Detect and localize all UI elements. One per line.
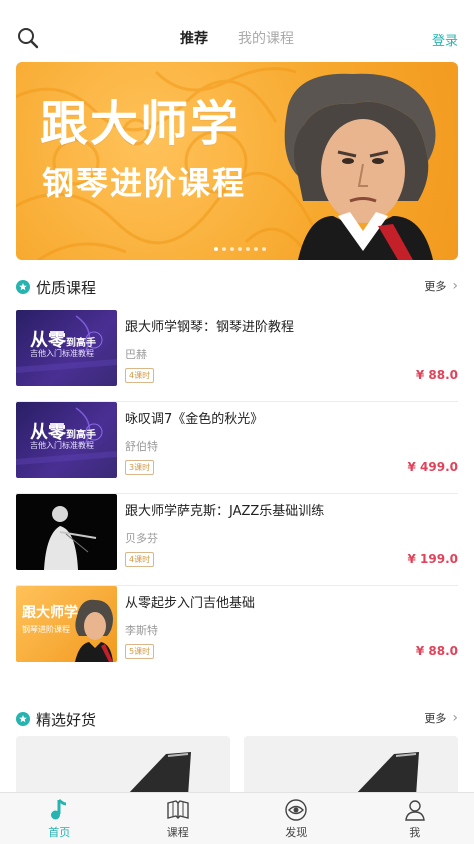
- nav-label: 首页: [48, 825, 71, 839]
- lesson-count-badge: 3课时: [125, 460, 155, 475]
- course-price: ¥ 88.0: [415, 644, 458, 658]
- chevron-right-icon: ›: [452, 710, 458, 726]
- nav-me[interactable]: 我: [356, 793, 474, 844]
- lesson-count-badge: 4课时: [125, 552, 155, 567]
- course-author: 巴赫: [125, 348, 147, 361]
- goods-card[interactable]: [244, 736, 458, 796]
- course-author: 舒伯特: [125, 440, 158, 453]
- bottom-nav: 首页 课程 发现 我: [0, 792, 474, 844]
- course-price: ¥ 88.0: [415, 368, 458, 382]
- banner-title: 跟大师学: [40, 96, 241, 152]
- top-header: 推荐 我的课程 登录: [0, 0, 474, 60]
- course-author: 贝多芬: [125, 532, 158, 545]
- more-label: 更多: [424, 712, 447, 725]
- section-title: 优质课程: [36, 278, 97, 297]
- composer-mini-image: [75, 599, 113, 662]
- thumbnail-subtext: 吉他入门标准教程: [30, 441, 94, 450]
- banner-subtitle: 钢琴进阶课程: [42, 164, 247, 202]
- course-author: 李斯特: [125, 624, 158, 637]
- course-title: 跟大师学萨克斯：JAZZ乐基础训练: [125, 504, 325, 519]
- star-badge-icon: [16, 712, 30, 726]
- banner-pagination[interactable]: [214, 247, 266, 251]
- login-button[interactable]: 登录: [432, 30, 458, 49]
- more-courses-button[interactable]: 更多 ›: [424, 278, 458, 294]
- section-quality-courses: 优质课程 更多 ›: [16, 276, 458, 298]
- more-goods-button[interactable]: 更多 ›: [424, 710, 458, 726]
- tab-recommend[interactable]: 推荐: [180, 28, 208, 48]
- nav-label: 课程: [166, 825, 189, 839]
- course-price: ¥ 499.0: [407, 460, 458, 474]
- more-label: 更多: [424, 280, 447, 293]
- course-thumbnail: 从零到高手 吉他入门标准教程: [16, 310, 117, 386]
- goods-card[interactable]: [16, 736, 230, 796]
- nav-discover[interactable]: 发现: [237, 793, 356, 844]
- pagination-dot[interactable]: [214, 247, 218, 251]
- pagination-dot[interactable]: [254, 247, 258, 251]
- course-item[interactable]: 从零到高手 吉他入门标准教程 跟大师学钢琴：钢琴进阶教程 巴赫 4课时 ¥ 88…: [16, 310, 458, 402]
- course-item[interactable]: 从零到高手 吉他入门标准教程 咏叹调7《金色的秋光》 舒伯特 3课时 ¥ 499…: [16, 402, 458, 494]
- course-thumbnail: 从零到高手 吉他入门标准教程: [16, 402, 117, 478]
- piano-image: [126, 752, 191, 796]
- lesson-count-badge: 4课时: [125, 368, 155, 383]
- course-price: ¥ 199.0: [407, 552, 458, 566]
- music-note-icon: [51, 798, 67, 819]
- composer-portrait-image: [284, 73, 436, 260]
- course-item[interactable]: 跟大师学 钢琴进阶课程 从零起步入门吉他基础 李斯特 5课时 ¥ 88.0: [16, 586, 458, 678]
- lesson-count-badge: 5课时: [125, 644, 155, 659]
- pagination-dot[interactable]: [262, 247, 266, 251]
- course-thumbnail: [16, 494, 117, 570]
- nav-home[interactable]: 首页: [0, 793, 119, 844]
- nav-courses[interactable]: 课程: [119, 793, 238, 844]
- pagination-dot[interactable]: [230, 247, 234, 251]
- pagination-dot[interactable]: [222, 247, 226, 251]
- nav-label: 我: [409, 825, 421, 839]
- chevron-right-icon: ›: [452, 278, 458, 294]
- nav-label: 发现: [285, 825, 308, 839]
- course-title: 跟大师学钢琴：钢琴进阶教程: [125, 320, 295, 335]
- top-tabs: 推荐 我的课程: [180, 28, 294, 48]
- course-title: 咏叹调7《金色的秋光》: [125, 412, 264, 427]
- thumbnail-text: 跟大师学: [22, 605, 78, 621]
- violinist-image: [44, 506, 97, 570]
- pagination-dot[interactable]: [238, 247, 242, 251]
- section-title: 精选好货: [36, 710, 97, 729]
- pagination-dot[interactable]: [246, 247, 250, 251]
- search-icon[interactable]: [16, 26, 40, 50]
- thumbnail-subtext: 吉他入门标准教程: [30, 349, 94, 358]
- piano-image: [354, 752, 419, 796]
- tab-my-courses[interactable]: 我的课程: [238, 28, 294, 48]
- book-icon: [167, 799, 189, 819]
- course-thumbnail: 跟大师学 钢琴进阶课程: [16, 586, 117, 662]
- user-icon: [404, 799, 425, 821]
- star-badge-icon: [16, 280, 30, 294]
- course-item[interactable]: 跟大师学萨克斯：JAZZ乐基础训练 贝多芬 4课时 ¥ 199.0: [16, 494, 458, 586]
- promo-banner[interactable]: 跟大师学 钢琴进阶课程: [16, 62, 458, 260]
- section-selected-goods: 精选好货 更多 ›: [16, 708, 458, 730]
- thumbnail-subtext: 钢琴进阶课程: [22, 625, 70, 634]
- course-title: 从零起步入门吉他基础: [125, 596, 256, 611]
- eye-icon: [285, 798, 307, 821]
